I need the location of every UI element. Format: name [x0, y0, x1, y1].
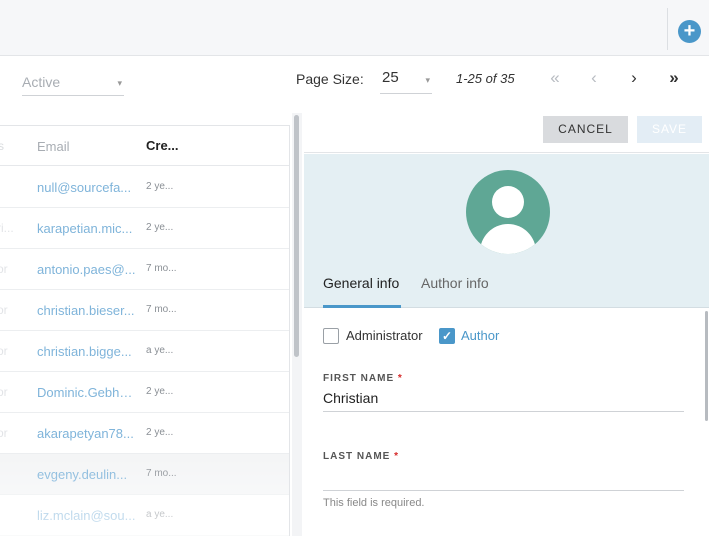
active-tab-indicator: [323, 305, 401, 308]
tab-general-info[interactable]: General info: [323, 275, 399, 291]
table-header: s Email Cre...: [0, 126, 289, 166]
cell-status: or: [0, 426, 8, 440]
cancel-button[interactable]: CANCEL: [543, 116, 628, 143]
cell-email: liz.mclain@sou...: [37, 508, 136, 523]
chevron-down-icon: ▾: [425, 75, 430, 85]
cell-email: null@sourcefa...: [37, 180, 132, 195]
cell-email: antonio.paes@...: [37, 262, 136, 277]
status-filter-select[interactable]: Active ▾: [22, 72, 124, 96]
cell-email: christian.bigge...: [37, 344, 132, 359]
cell-created: 7 mo...: [146, 304, 177, 315]
last-page-button[interactable]: »: [662, 66, 686, 90]
user-icon-head: [492, 186, 524, 218]
cell-email: akarapetyan78...: [37, 426, 134, 441]
table-row[interactable]: or christian.bieser... 7 mo...: [0, 290, 289, 331]
chevron-down-icon: ▾: [117, 78, 122, 88]
first-name-field[interactable]: Christian: [323, 390, 684, 412]
table-row[interactable]: liz.mclain@sou... a ye...: [0, 495, 289, 536]
last-name-error: This field is required.: [323, 497, 425, 509]
last-name-field[interactable]: [323, 469, 684, 491]
general-info-form: Administrator ✓ Author FIRST NAME * Chri…: [304, 309, 709, 536]
detail-toolbar: CANCEL SAVE: [304, 113, 709, 153]
administrator-label[interactable]: Administrator: [346, 328, 423, 343]
column-header-status[interactable]: s: [0, 139, 4, 153]
cell-created: a ye...: [146, 509, 174, 520]
form-scrollbar[interactable]: [705, 311, 708, 421]
last-name-label: LAST NAME *: [323, 451, 399, 462]
cell-email: karapetian.mic...: [37, 221, 133, 236]
author-label[interactable]: Author: [461, 328, 499, 343]
status-filter-value: Active: [22, 74, 61, 90]
table-row[interactable]: or akarapetyan78... 2 ye...: [0, 413, 289, 454]
previous-page-button[interactable]: ‹: [582, 66, 606, 90]
cell-email: evgeny.deulin...: [37, 467, 128, 482]
save-button[interactable]: SAVE: [637, 116, 702, 143]
cell-status: or: [0, 262, 8, 276]
pagination-range: 1-25 of 35: [456, 71, 515, 86]
cell-status: or: [0, 303, 8, 317]
cell-created: 2 ye...: [146, 222, 174, 233]
tab-author-info[interactable]: Author info: [421, 275, 489, 291]
users-table: s Email Cre... null@sourcefa...2 ye...ri…: [0, 125, 290, 536]
cell-email: Dominic.Gebha...: [37, 385, 137, 400]
top-toolbar: +: [0, 0, 709, 56]
last-name-label-text: LAST NAME: [323, 451, 391, 462]
administrator-checkbox[interactable]: [323, 328, 339, 344]
table-row[interactable]: evgeny.deulin... 7 mo...: [0, 454, 289, 495]
cell-status: ri...: [0, 221, 14, 235]
first-page-button[interactable]: «: [543, 66, 567, 90]
check-icon: ✓: [441, 329, 453, 343]
cell-created: 7 mo...: [146, 263, 177, 274]
table-scrollbar-thumb[interactable]: [294, 115, 299, 357]
table-row[interactable]: or Dominic.Gebha... 2 ye...: [0, 372, 289, 413]
required-marker: *: [394, 451, 400, 462]
cell-status: or: [0, 344, 8, 358]
user-detail-panel: CANCEL SAVE General info Author info Adm…: [304, 113, 709, 536]
page-size-select[interactable]: 25 ▾: [380, 66, 432, 94]
cell-created: 2 ye...: [146, 427, 174, 438]
cell-email: christian.bieser...: [37, 303, 135, 318]
cell-created: a ye...: [146, 345, 174, 356]
table-row[interactable]: or christian.bigge... a ye...: [0, 331, 289, 372]
avatar: [466, 170, 550, 254]
first-name-label-text: FIRST NAME: [323, 373, 395, 384]
plus-circle-icon: +: [683, 20, 696, 42]
cell-created: 2 ye...: [146, 181, 174, 192]
page-size-label: Page Size:: [296, 71, 364, 87]
page-size-value: 25: [382, 69, 399, 86]
profile-header: General info Author info: [304, 154, 709, 308]
add-user-button[interactable]: +: [678, 20, 701, 43]
cell-created: 2 ye...: [146, 386, 174, 397]
toolbar-divider: [667, 8, 668, 50]
column-header-email[interactable]: Email: [37, 139, 70, 154]
cell-status: or: [0, 385, 8, 399]
required-marker: *: [397, 373, 403, 384]
cell-created: 7 mo...: [146, 468, 177, 479]
author-checkbox[interactable]: ✓: [439, 328, 455, 344]
next-page-button[interactable]: ›: [622, 66, 646, 90]
table-row[interactable]: null@sourcefa... 2 ye...: [0, 167, 289, 208]
first-name-label: FIRST NAME *: [323, 373, 403, 384]
user-icon-body: [480, 224, 536, 254]
column-header-created[interactable]: Cre...: [146, 138, 179, 153]
table-row[interactable]: ri... karapetian.mic... 2 ye...: [0, 208, 289, 249]
table-row[interactable]: or antonio.paes@... 7 mo...: [0, 249, 289, 290]
